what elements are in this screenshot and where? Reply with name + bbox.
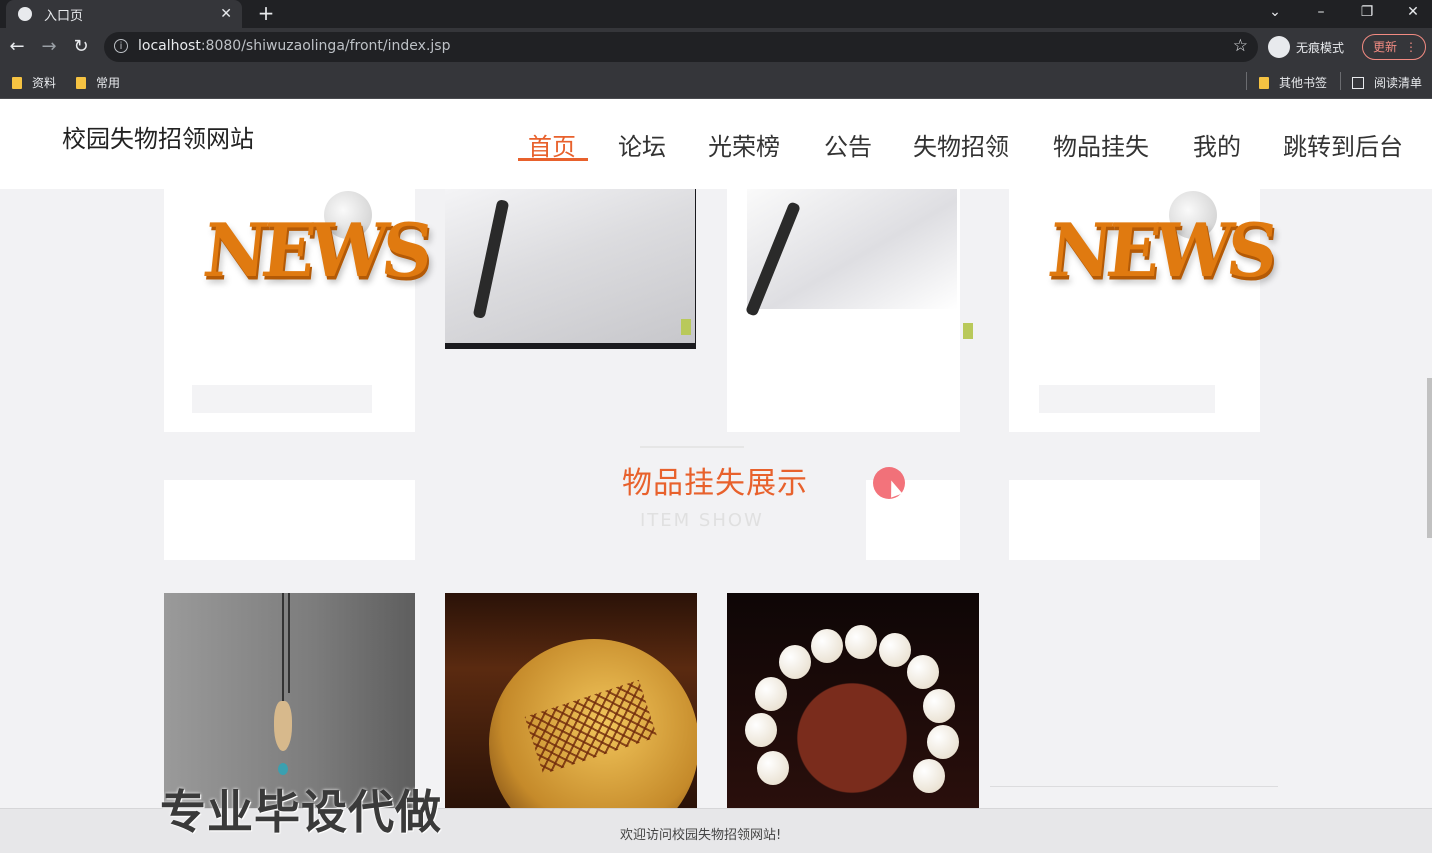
folder-icon <box>12 76 22 89</box>
news-image: NEWS <box>1044 206 1277 295</box>
bead-image <box>811 629 843 663</box>
bead-image <box>278 763 288 775</box>
update-button[interactable]: 更新 ⋮ <box>1362 34 1426 60</box>
bookmark-folder-changyong[interactable]: 常用 <box>76 74 120 91</box>
tab-title: 入口页 <box>44 8 84 24</box>
url-text: localhost:8080/shiwuzaolinga/front/index… <box>138 38 451 54</box>
nav-mine[interactable]: 我的 <box>1193 127 1241 162</box>
bead-image <box>879 633 911 667</box>
bead-image <box>923 689 955 723</box>
section-subtitle: ITEM SHOW <box>640 510 764 531</box>
watermark-text: 专业毕设代做 <box>160 785 442 839</box>
nav-forum[interactable]: 论坛 <box>618 127 666 162</box>
nav-lost-report[interactable]: 物品挂失 <box>1053 127 1149 162</box>
forward-icon[interactable]: → <box>38 36 60 58</box>
incognito-indicator[interactable]: 无痕模式 <box>1268 34 1344 60</box>
minimize-icon[interactable]: – <box>1298 0 1344 28</box>
bookmark-folder-other[interactable]: 其他书签 <box>1259 74 1327 91</box>
folder-icon <box>76 76 86 89</box>
nav-announcement[interactable]: 公告 <box>824 127 872 162</box>
address-bar[interactable]: i localhost:8080/shiwuzaolinga/front/ind… <box>104 32 1258 62</box>
bookmark-separator <box>1340 72 1341 90</box>
reload-icon[interactable]: ↻ <box>70 36 92 58</box>
bookmark-star-icon[interactable]: ☆ <box>1233 36 1248 56</box>
site-header: 校园失物招领网站 首页 论坛 光荣榜 公告 失物招领 物品挂失 我的 跳转到后台 <box>0 99 1432 189</box>
keyboard-card-2[interactable] <box>727 189 973 432</box>
bookmark-folder-ziliao[interactable]: 资料 <box>12 74 56 91</box>
green-accent <box>681 319 691 335</box>
section-divider <box>640 446 744 448</box>
item-card-basket[interactable] <box>445 593 697 808</box>
bead-image <box>745 713 777 747</box>
footer-text: 欢迎访问校园失物招领网站! <box>620 828 782 843</box>
tab-search-icon[interactable]: ⌄ <box>1252 0 1298 28</box>
bead-image <box>913 759 945 793</box>
restore-icon[interactable]: ❐ <box>1344 0 1390 28</box>
faded-caption <box>192 385 372 413</box>
news-card[interactable]: NEWS <box>164 189 431 432</box>
reading-list[interactable]: 阅读清单 <box>1352 74 1422 91</box>
new-tab-button[interactable]: + <box>256 2 276 24</box>
faded-card <box>164 480 415 560</box>
menu-dots-icon[interactable]: ⋮ <box>1405 35 1417 59</box>
close-window-icon[interactable]: ✕ <box>1390 0 1432 28</box>
section-title: 物品挂失展示 <box>622 466 808 501</box>
globe-icon <box>18 7 32 21</box>
bead-image <box>755 677 787 711</box>
folder-icon <box>1259 76 1269 89</box>
keyboard-card[interactable] <box>445 189 696 349</box>
browser-tab-bar: 入口页 ✕ + ⌄ – ❐ ✕ <box>0 0 1432 28</box>
news-card-2[interactable]: NEWS <box>1009 189 1276 432</box>
incognito-icon <box>1268 36 1290 58</box>
site-title: 校园失物招领网站 <box>62 125 254 153</box>
active-nav-underline <box>518 158 588 161</box>
item-card-bracelet[interactable] <box>727 593 979 808</box>
bead-image <box>779 645 811 679</box>
news-image: NEWS <box>199 206 432 295</box>
back-icon[interactable]: ← <box>6 36 28 58</box>
site-info-icon[interactable]: i <box>114 39 128 53</box>
bead-image <box>757 751 789 785</box>
cord-image <box>288 593 290 693</box>
page-scrollbar[interactable] <box>1427 378 1432 538</box>
green-accent <box>963 323 973 339</box>
faded-caption <box>1039 385 1215 413</box>
bookmark-separator <box>1246 72 1247 90</box>
bead-image <box>927 725 959 759</box>
nav-lost-found[interactable]: 失物招领 <box>913 127 1009 162</box>
nav-home[interactable]: 首页 <box>528 127 576 162</box>
nav-admin[interactable]: 跳转到后台 <box>1283 127 1403 162</box>
cord-image <box>282 593 284 703</box>
divider-line <box>990 786 1278 787</box>
bookmarks-bar: 资料 常用 其他书签 阅读清单 <box>0 66 1432 99</box>
reading-list-icon <box>1352 76 1364 89</box>
nav-honor-board[interactable]: 光荣榜 <box>708 127 780 162</box>
close-tab-icon[interactable]: ✕ <box>220 6 232 22</box>
browser-toolbar: ← → ↻ i localhost:8080/shiwuzaolinga/fro… <box>0 28 1432 66</box>
faded-card <box>1009 480 1260 560</box>
browser-tab[interactable]: 入口页 ✕ <box>6 0 242 28</box>
bead-image <box>845 625 877 659</box>
bead-image <box>907 655 939 689</box>
tassel-image <box>274 701 292 751</box>
